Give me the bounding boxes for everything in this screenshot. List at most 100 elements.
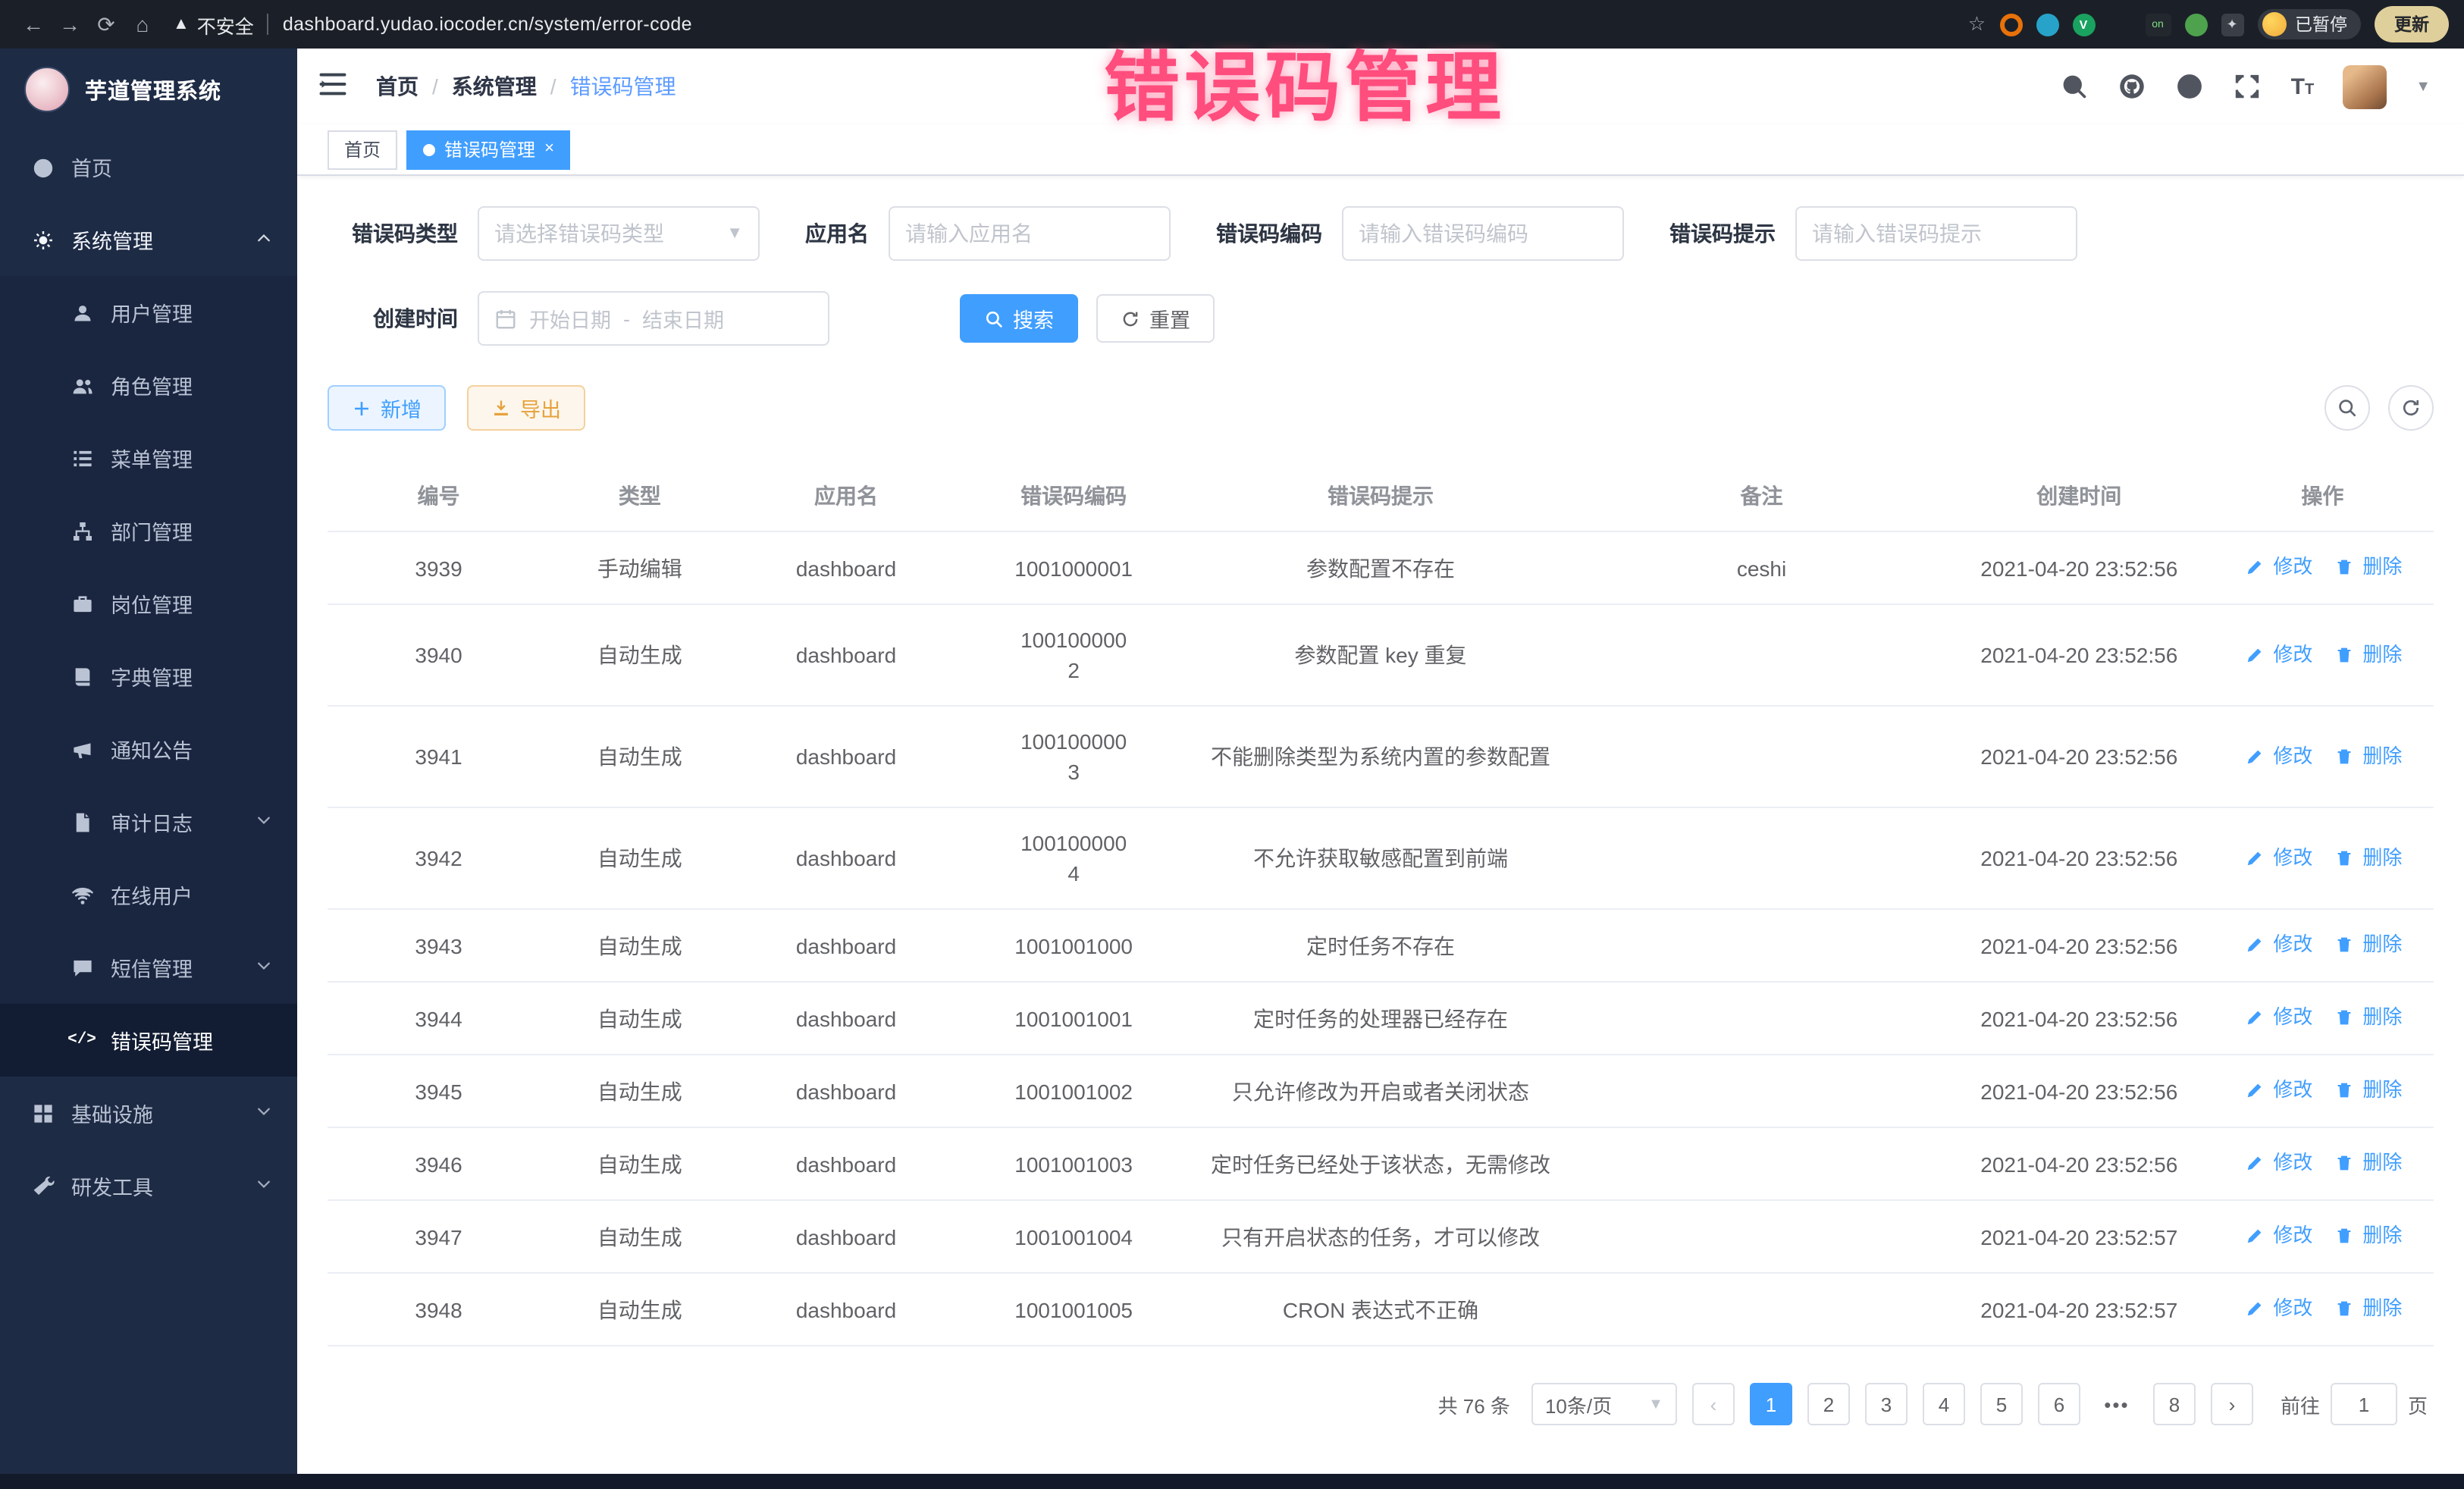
cell-type: 自动生成 — [550, 807, 729, 909]
delete-link[interactable]: 删除 — [2332, 1075, 2402, 1105]
extension-on-badge-icon[interactable]: on — [2145, 13, 2171, 36]
delete-link[interactable]: 删除 — [2332, 1002, 2402, 1033]
app-name-input[interactable] — [889, 206, 1171, 261]
page-button-8[interactable]: 8 — [2153, 1383, 2196, 1425]
back-icon[interactable]: ← — [15, 12, 52, 36]
extension-leaf-icon[interactable] — [2184, 13, 2207, 36]
sidebar-item-9[interactable]: 审计日志 — [0, 785, 297, 858]
avatar-caret-icon[interactable]: ▼ — [2415, 78, 2431, 95]
home-icon[interactable]: ⌂ — [124, 12, 161, 36]
table-row: 3942自动生成dashboard100100000 4不允许获取敏感配置到前端… — [328, 807, 2434, 909]
breadcrumb-system[interactable]: 系统管理 — [452, 71, 537, 102]
collapse-sidebar-icon[interactable] — [318, 70, 352, 103]
edit-link[interactable]: 修改 — [2243, 842, 2312, 873]
fullscreen-icon[interactable] — [2234, 72, 2262, 101]
browser-profile[interactable]: 已暂停 — [2257, 9, 2361, 39]
goto-page-input[interactable] — [2331, 1383, 2397, 1425]
delete-icon — [2332, 1151, 2356, 1175]
bookmark-star-icon[interactable]: ☆ — [1968, 12, 1986, 36]
delete-link[interactable]: 删除 — [2332, 929, 2402, 960]
reload-icon[interactable]: ⟳ — [88, 11, 124, 37]
breadcrumb-home[interactable]: 首页 — [376, 71, 419, 102]
delete-link[interactable]: 删除 — [2332, 639, 2402, 669]
sidebar-item-10[interactable]: 在线用户 — [0, 858, 297, 931]
grid-icon — [30, 1101, 55, 1125]
extension-orange-icon[interactable] — [1999, 13, 2022, 36]
message-icon — [70, 955, 94, 980]
extension-grid-icon[interactable] — [2108, 13, 2131, 36]
page-button-2[interactable]: 2 — [1807, 1383, 1850, 1425]
extensions-pin-icon[interactable]: ✦ — [2221, 13, 2243, 36]
delete-link[interactable]: 删除 — [2332, 1148, 2402, 1178]
edit-link[interactable]: 修改 — [2243, 1221, 2312, 1251]
cell-created: 2021-04-20 23:52:56 — [1947, 1127, 2212, 1200]
cell-actions: 修改删除 — [2212, 1127, 2434, 1200]
error-type-select[interactable]: 请选择错误码类型 ▼ — [478, 206, 760, 261]
sidebar-item-1[interactable]: 系统管理 — [0, 203, 297, 276]
page-button-4[interactable]: 4 — [1923, 1383, 1965, 1425]
delete-link[interactable]: 删除 — [2332, 552, 2402, 582]
reset-button[interactable]: 重置 — [1096, 294, 1215, 343]
toggle-search-icon[interactable] — [2324, 385, 2370, 431]
address-bar[interactable]: ▲ 不安全 dashboard.yudao.iocoder.cn/system/… — [173, 10, 692, 39]
extension-green-check-icon[interactable]: V — [2072, 13, 2095, 36]
export-button[interactable]: 导出 — [467, 385, 585, 431]
github-icon[interactable] — [2118, 72, 2147, 101]
next-page-button[interactable]: › — [2211, 1383, 2253, 1425]
refresh-icon[interactable] — [2388, 385, 2434, 431]
edit-link[interactable]: 修改 — [2243, 1075, 2312, 1105]
sidebar-item-11[interactable]: 短信管理 — [0, 931, 297, 1004]
edit-link[interactable]: 修改 — [2243, 741, 2312, 771]
cell-code: 100100000 4 — [963, 807, 1185, 909]
help-icon[interactable]: ? — [2176, 72, 2205, 101]
error-code-input[interactable] — [1342, 206, 1624, 261]
page-size-select[interactable]: 10条/页 ▼ — [1531, 1383, 1677, 1425]
edit-link-label: 修改 — [2273, 1075, 2312, 1105]
sidebar-item-7[interactable]: 字典管理 — [0, 640, 297, 713]
sidebar-item-12[interactable]: </>错误码管理 — [0, 1004, 297, 1077]
tab-error-code[interactable]: 错误码管理 × — [406, 130, 571, 169]
app-logo-row[interactable]: 芋道管理系统 — [0, 49, 297, 130]
page-button-5[interactable]: 5 — [1980, 1383, 2023, 1425]
sidebar-item-13[interactable]: 基础设施 — [0, 1077, 297, 1149]
sidebar-item-2[interactable]: 用户管理 — [0, 276, 297, 349]
extension-teal-icon[interactable] — [2036, 13, 2058, 36]
edit-link[interactable]: 修改 — [2243, 929, 2312, 960]
sidebar-item-4[interactable]: 菜单管理 — [0, 422, 297, 494]
date-range-picker[interactable]: 开始日期 - 结束日期 — [478, 291, 829, 346]
cell-code: 100100000 2 — [963, 604, 1185, 706]
forward-icon[interactable]: → — [52, 12, 88, 36]
sidebar-item-3[interactable]: 角色管理 — [0, 349, 297, 422]
delete-link[interactable]: 删除 — [2332, 741, 2402, 771]
prev-page-button[interactable]: ‹ — [1692, 1383, 1735, 1425]
browser-update-button[interactable]: 更新 — [2375, 6, 2449, 42]
delete-link[interactable]: 删除 — [2332, 1221, 2402, 1251]
add-button[interactable]: 新增 — [328, 385, 446, 431]
tab-close-icon[interactable]: × — [544, 141, 554, 158]
error-msg-input[interactable] — [1795, 206, 2077, 261]
page-button-6[interactable]: 6 — [2038, 1383, 2080, 1425]
delete-link[interactable]: 删除 — [2332, 842, 2402, 873]
search-icon[interactable] — [2061, 72, 2089, 101]
sidebar-item-8[interactable]: 通知公告 — [0, 713, 297, 785]
edit-link[interactable]: 修改 — [2243, 552, 2312, 582]
cell-created: 2021-04-20 23:52:56 — [1947, 531, 2212, 604]
page-button-3[interactable]: 3 — [1865, 1383, 1908, 1425]
sidebar-item-14[interactable]: 研发工具 — [0, 1149, 297, 1222]
font-size-icon[interactable]: TT — [2291, 75, 2315, 98]
tab-home[interactable]: 首页 — [328, 130, 397, 169]
sidebar-item-6[interactable]: 岗位管理 — [0, 567, 297, 640]
search-button[interactable]: 搜索 — [960, 294, 1078, 343]
edit-link[interactable]: 修改 — [2243, 639, 2312, 669]
delete-link[interactable]: 删除 — [2332, 1293, 2402, 1324]
page-ellipsis-button[interactable]: ••• — [2096, 1383, 2138, 1425]
edit-link[interactable]: 修改 — [2243, 1002, 2312, 1033]
sidebar-item-label: 菜单管理 — [111, 443, 276, 473]
page-button-1[interactable]: 1 — [1750, 1383, 1792, 1425]
edit-link[interactable]: 修改 — [2243, 1148, 2312, 1178]
user-avatar[interactable] — [2343, 64, 2387, 108]
edit-link[interactable]: 修改 — [2243, 1293, 2312, 1324]
edit-icon — [2243, 933, 2267, 957]
sidebar-item-0[interactable]: 首页 — [0, 130, 297, 203]
sidebar-item-5[interactable]: 部门管理 — [0, 494, 297, 567]
